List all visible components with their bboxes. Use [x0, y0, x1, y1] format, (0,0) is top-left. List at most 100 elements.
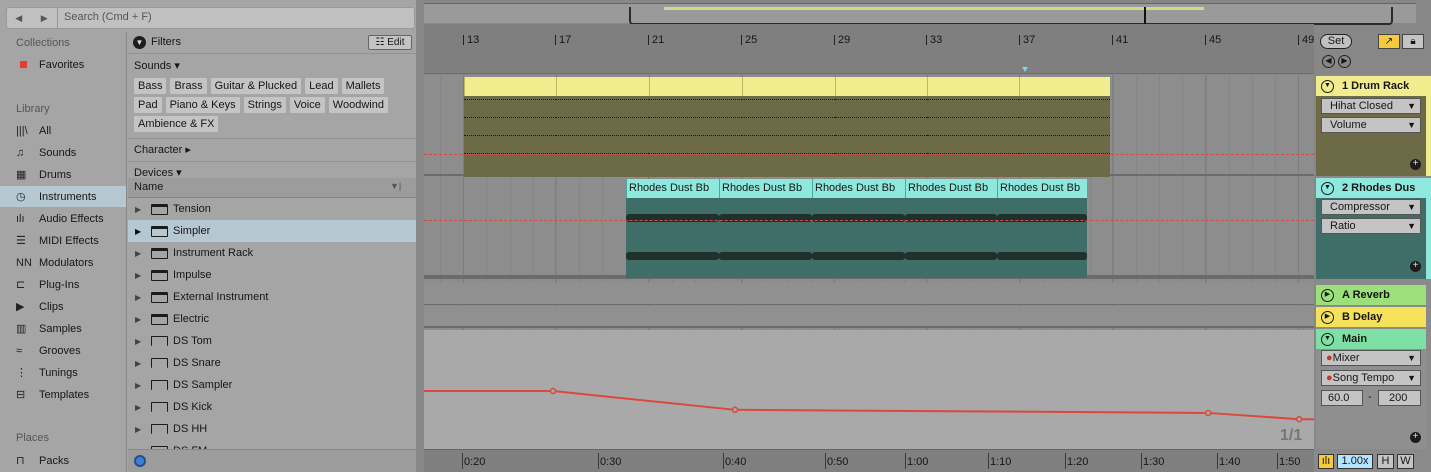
tempo-automation-envelope[interactable] [424, 330, 1314, 449]
sidebar-item-plug-ins[interactable]: ⊏ Plug-Ins [0, 274, 126, 295]
sound-tag[interactable]: Ambience & FX [134, 116, 219, 132]
rhodes-clip-waveform[interactable] [997, 198, 1087, 278]
return-a-name[interactable]: A Reverb [1342, 289, 1390, 301]
drum-clip-header[interactable] [742, 77, 835, 96]
sidebar-item-modulators[interactable]: NN Modulators [0, 252, 126, 273]
tempo-min-field[interactable]: 60.0 [1321, 390, 1363, 406]
sound-tag[interactable]: Brass [170, 78, 207, 94]
list-item[interactable]: ▶ Impulse [128, 264, 416, 286]
main-param-select[interactable]: ●Song Tempo ▼ [1321, 370, 1421, 386]
return-b-lane[interactable] [424, 306, 1314, 328]
drum-clip-header[interactable] [649, 77, 742, 96]
expand-arrow-icon[interactable]: ▶ [135, 249, 145, 258]
drum-clip-body[interactable] [1019, 96, 1110, 177]
track-2-param-select[interactable]: Ratio ▼ [1321, 218, 1421, 234]
rhodes-clip-header[interactable]: Rhodes Dust Bb [812, 179, 905, 198]
sound-tag[interactable]: Pad [134, 97, 162, 113]
rhodes-clip-waveform[interactable] [719, 198, 812, 278]
sound-tag[interactable]: Lead [305, 78, 338, 94]
back-to-arrangement-icon[interactable]: ◀ [1322, 55, 1335, 68]
automation-mode-button[interactable]: ↗ [1378, 34, 1400, 49]
track-2-header[interactable]: ▼ 2 Rhodes Dus [1316, 178, 1426, 198]
drum-clip-body[interactable] [649, 96, 742, 177]
track-1-param-select[interactable]: Volume ▼ [1321, 117, 1421, 133]
track-area[interactable]: Rhodes Dust Bb Rhodes Dust Bb Rhodes Dust … [424, 67, 1314, 449]
character-filter-label[interactable]: Character ▸ [134, 143, 191, 156]
expand-arrow-icon[interactable]: ▶ [135, 315, 145, 324]
filters-toggle-icon[interactable]: ▼ [133, 36, 146, 49]
back-arrow-icon[interactable]: ◀ [15, 13, 22, 24]
list-item[interactable]: ▶ DS Kick [128, 396, 416, 418]
overview-visible-range[interactable] [629, 7, 1393, 25]
fold-chevron-icon[interactable]: ▼ [1321, 79, 1334, 93]
expand-arrow-icon[interactable]: ▶ [135, 403, 145, 412]
list-item[interactable]: ▶ DS Tom [128, 330, 416, 352]
expand-arrow-icon[interactable]: ▶ [135, 205, 145, 214]
beat-ruler[interactable]: 13 17 21 25 29 33 37 41 45 49 [424, 24, 1314, 74]
sidebar-item-audio-effects[interactable]: ılı Audio Effects [0, 208, 126, 229]
drum-clip-body[interactable] [742, 96, 835, 177]
rhodes-clip-header[interactable]: Rhodes Dust Bb [626, 179, 719, 198]
track-drum-rack-lane[interactable] [424, 75, 1314, 177]
preview-icon[interactable] [134, 455, 146, 467]
w-button[interactable]: W [1397, 454, 1414, 469]
sidebar-item-grooves[interactable]: ≈ Grooves [0, 340, 126, 361]
track-1-header[interactable]: ▼ 1 Drum Rack [1316, 76, 1426, 96]
envelope-breakpoint[interactable] [1204, 409, 1212, 417]
list-item[interactable]: ▶ DS Snare [128, 352, 416, 374]
main-header[interactable]: ▼ Main [1316, 329, 1426, 349]
sound-tag[interactable]: Woodwind [328, 97, 388, 113]
list-item[interactable]: ▶ Instrument Rack [128, 242, 416, 264]
rhodes-clip-header[interactable]: Rhodes Dust Bb [905, 179, 997, 198]
fold-chevron-icon[interactable]: ▼ [1321, 181, 1334, 195]
search-input[interactable]: Search (Cmd + F) [64, 11, 152, 23]
track-2-device-select[interactable]: Compressor ▼ [1321, 199, 1421, 215]
edit-filters-button[interactable]: ☷ Edit [368, 35, 412, 50]
set-button[interactable]: Set [1320, 34, 1352, 49]
drum-clip-body[interactable] [927, 96, 1019, 177]
main-lane[interactable]: 1/1 [424, 330, 1314, 449]
list-item[interactable]: ▶ Simpler [128, 220, 416, 242]
track-rhodes-lane[interactable]: Rhodes Dust Bb Rhodes Dust Bb Rhodes Dust … [424, 178, 1314, 279]
sidebar-item-sounds[interactable]: ♫ Sounds [0, 142, 126, 163]
drum-clip-header[interactable] [1019, 77, 1110, 96]
expand-arrow-icon[interactable]: ▶ [135, 425, 145, 434]
h-button[interactable]: H [1377, 454, 1394, 469]
sidebar-item-packs[interactable]: ⊓ Packs [0, 450, 126, 471]
rhodes-clip-header[interactable]: Rhodes Dust Bb [719, 179, 812, 198]
list-item[interactable]: ▶ Tension [128, 198, 416, 220]
sidebar-item-all[interactable]: |||\ All [0, 120, 126, 141]
name-column-header[interactable]: Name [134, 181, 163, 193]
overview-bar[interactable] [424, 3, 1416, 25]
expand-arrow-icon[interactable]: ▶ [135, 271, 145, 280]
sidebar-item-instruments[interactable]: ◷ Instruments [0, 186, 126, 207]
forward-icon[interactable]: ▶ [1338, 55, 1351, 68]
sidebar-item-samples[interactable]: ▥ Samples [0, 318, 126, 339]
drum-clip-header[interactable] [556, 77, 649, 96]
sidebar-item-midi-effects[interactable]: ☰ MIDI Effects [0, 230, 126, 251]
forward-arrow-icon[interactable]: ▶ [41, 13, 48, 24]
rhodes-clip-waveform[interactable] [626, 198, 719, 278]
add-automation-icon[interactable]: + [1410, 432, 1421, 443]
rhodes-clip-header[interactable]: Rhodes Dust Bb [997, 179, 1087, 198]
waveform-toggle-icon[interactable]: ılı [1318, 454, 1334, 469]
sort-chevron-icon[interactable]: ▼| [390, 181, 401, 191]
return-b-name[interactable]: B Delay [1342, 311, 1382, 323]
expand-arrow-icon[interactable]: ▶ [135, 381, 145, 390]
return-b-header[interactable]: ▶ B Delay [1316, 307, 1426, 327]
zoom-display[interactable]: 1.00x [1337, 454, 1373, 469]
track-1-name[interactable]: 1 Drum Rack [1342, 80, 1409, 92]
list-item[interactable]: ▶ Electric [128, 308, 416, 330]
return-a-lane[interactable] [424, 283, 1314, 305]
add-automation-icon[interactable]: + [1410, 159, 1421, 170]
sound-tag[interactable]: Voice [289, 97, 325, 113]
time-ruler[interactable]: 0:20 0:30 0:40 0:50 1:00 1:10 1:20 1:30 1:40 1:50 [424, 449, 1314, 472]
drum-clip-body[interactable] [835, 96, 927, 177]
return-a-header[interactable]: ▶ A Reverb [1316, 285, 1426, 305]
sidebar-item-drums[interactable]: ▦ Drums [0, 164, 126, 185]
drum-clip-body[interactable] [556, 96, 649, 177]
sidebar-item-favorites[interactable]: Favorites [0, 54, 126, 75]
sidebar-item-templates[interactable]: ⊟ Templates [0, 384, 126, 405]
fold-arrow-icon[interactable]: ▶ [1321, 288, 1334, 302]
list-item[interactable]: ▶ DS HH [128, 418, 416, 440]
